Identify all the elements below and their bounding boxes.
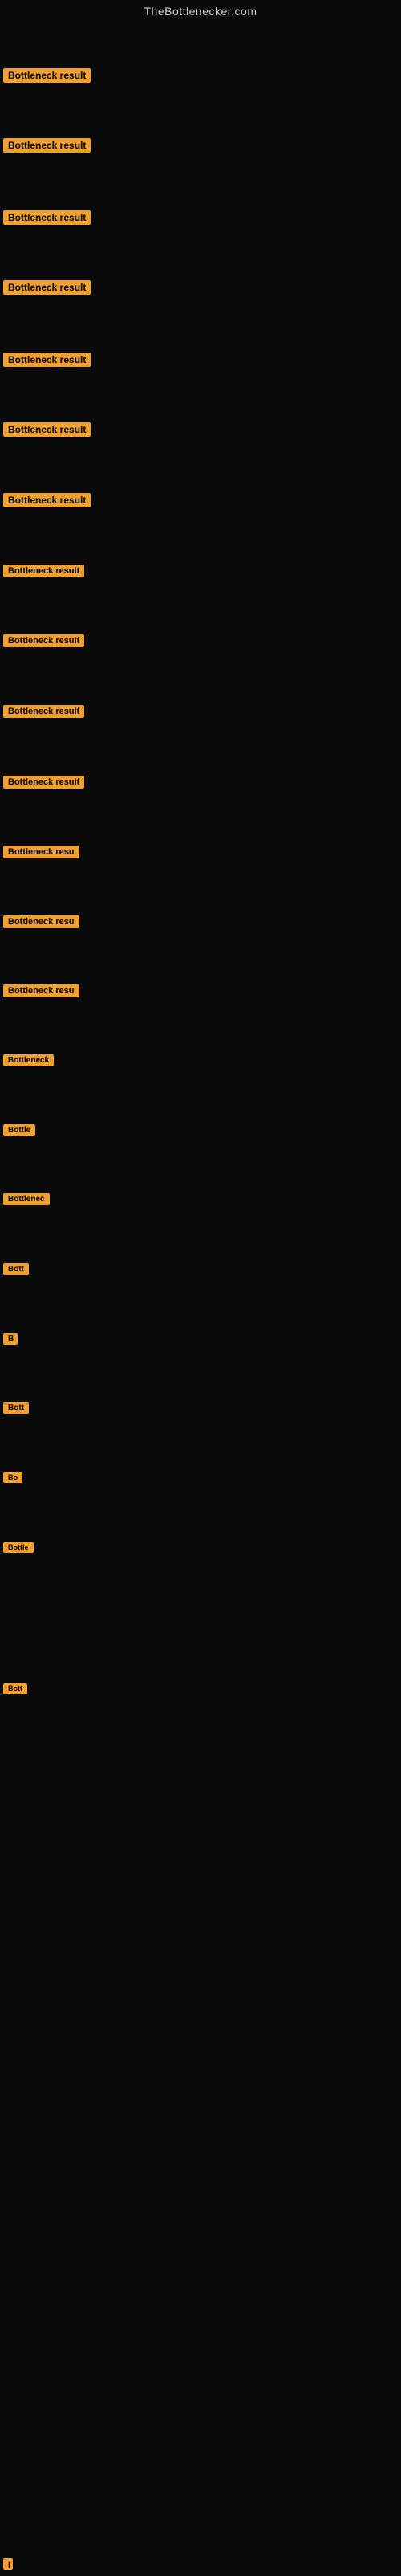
row-5: Bottleneck result — [0, 353, 401, 367]
bottleneck-label-6[interactable]: Bottleneck result — [3, 422, 91, 437]
row-16: Bottle — [0, 1124, 401, 1136]
row-10: Bottleneck result — [0, 705, 401, 718]
bottleneck-label-12[interactable]: Bottleneck resu — [3, 846, 79, 858]
row-14: Bottleneck resu — [0, 984, 401, 997]
row-13: Bottleneck resu — [0, 915, 401, 928]
bottleneck-label-16[interactable]: Bottle — [3, 1124, 35, 1136]
bottleneck-label-13[interactable]: Bottleneck resu — [3, 915, 79, 928]
bottleneck-label-4[interactable]: Bottleneck result — [3, 280, 91, 295]
bottleneck-label-5[interactable]: Bottleneck result — [3, 353, 91, 367]
bottleneck-label-20[interactable]: Bott — [3, 1402, 29, 1414]
row-22: Bottle — [0, 1542, 401, 1553]
row-8: Bottleneck result — [0, 565, 401, 577]
row-20: Bott — [0, 1402, 401, 1414]
row-6: Bottleneck result — [0, 422, 401, 437]
row-2: Bottleneck result — [0, 138, 401, 153]
bottleneck-label-21[interactable]: Bo — [3, 1472, 22, 1483]
bottleneck-label-22[interactable]: Bottle — [3, 1542, 34, 1553]
bottleneck-rows-container: Bottleneck result Bottleneck result Bottle… — [0, 22, 401, 2576]
bottleneck-label-18[interactable]: Bott — [3, 1263, 29, 1275]
row-18: Bott — [0, 1263, 401, 1275]
row-23: Bott — [0, 1683, 401, 1694]
bottleneck-label-14[interactable]: Bottleneck resu — [3, 984, 79, 997]
row-15: Bottleneck — [0, 1054, 401, 1066]
bottleneck-label-9[interactable]: Bottleneck result — [3, 634, 84, 647]
bottleneck-label-11[interactable]: Bottleneck result — [3, 776, 84, 789]
row-1: Bottleneck result — [0, 68, 401, 83]
row-17: Bottlenec — [0, 1193, 401, 1205]
bottleneck-label-7[interactable]: Bottleneck result — [3, 493, 91, 507]
row-7: Bottleneck result — [0, 493, 401, 507]
bottleneck-label-24[interactable]: | — [3, 2558, 13, 2570]
row-21: Bo — [0, 1472, 401, 1483]
bottleneck-label-15[interactable]: Bottleneck — [3, 1054, 54, 1066]
bottleneck-label-17[interactable]: Bottlenec — [3, 1193, 50, 1205]
bottleneck-label-23[interactable]: Bott — [3, 1683, 27, 1694]
bottleneck-label-10[interactable]: Bottleneck result — [3, 705, 84, 718]
row-4: Bottleneck result — [0, 280, 401, 295]
bottleneck-label-8[interactable]: Bottleneck result — [3, 565, 84, 577]
bottleneck-label-19[interactable]: B — [3, 1333, 18, 1345]
row-11: Bottleneck result — [0, 776, 401, 789]
site-title: TheBottlenecker.com — [0, 0, 401, 22]
row-3: Bottleneck result — [0, 210, 401, 225]
row-19: B — [0, 1333, 401, 1345]
bottleneck-label-2[interactable]: Bottleneck result — [3, 138, 91, 153]
bottleneck-label-1[interactable]: Bottleneck result — [3, 68, 91, 83]
bottleneck-label-3[interactable]: Bottleneck result — [3, 210, 91, 225]
row-9: Bottleneck result — [0, 634, 401, 647]
row-12: Bottleneck resu — [0, 846, 401, 858]
row-24: | — [0, 2558, 401, 2570]
